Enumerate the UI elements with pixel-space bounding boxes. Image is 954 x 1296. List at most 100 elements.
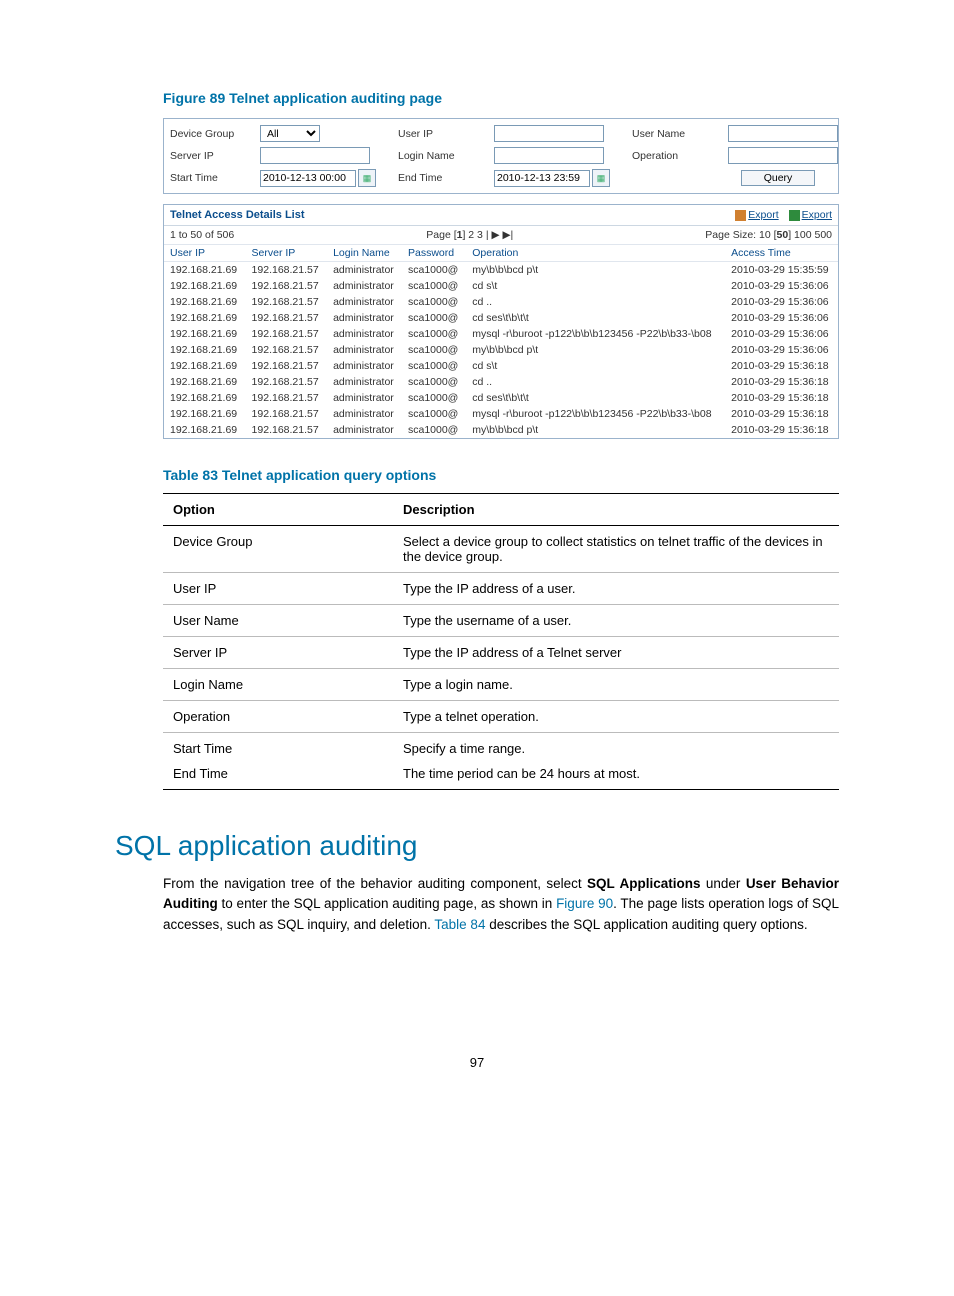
user-ip-label: User IP xyxy=(398,128,486,140)
cell-user_ip: 192.168.21.69 xyxy=(164,342,246,358)
cell-operation: cd ses\t\b\t\t xyxy=(466,310,725,326)
server-ip-input[interactable] xyxy=(260,147,370,164)
pdf-icon xyxy=(735,210,746,221)
col-operation[interactable]: Operation xyxy=(466,245,725,262)
start-time-input[interactable] xyxy=(260,170,356,187)
table-row: 192.168.21.69192.168.21.57administrators… xyxy=(164,374,838,390)
cell-password: sca1000@ xyxy=(402,262,466,279)
cell-operation: cd .. xyxy=(466,294,725,310)
export-xls-link[interactable]: Export xyxy=(789,209,832,221)
cell-access_time: 2010-03-29 15:35:59 xyxy=(725,262,838,279)
cell-user_ip: 192.168.21.69 xyxy=(164,278,246,294)
cell-server_ip: 192.168.21.57 xyxy=(246,422,328,438)
device-group-select[interactable]: All xyxy=(260,125,320,142)
table-row: Device GroupSelect a device group to col… xyxy=(163,526,839,573)
cell-password: sca1000@ xyxy=(402,358,466,374)
export-pdf-link[interactable]: Export xyxy=(735,209,778,221)
cell-server_ip: 192.168.21.57 xyxy=(246,358,328,374)
pager[interactable]: Page [1] 2 3 | ▶ ▶| xyxy=(426,229,513,241)
table-row: 192.168.21.69192.168.21.57administrators… xyxy=(164,262,838,279)
table-row: Server IPType the IP address of a Telnet… xyxy=(163,637,839,669)
table-caption: Table 83 Telnet application query option… xyxy=(163,467,839,483)
cell-access_time: 2010-03-29 15:36:06 xyxy=(725,342,838,358)
record-range: 1 to 50 of 506 xyxy=(170,229,234,241)
options-table: Option Description Device GroupSelect a … xyxy=(163,493,839,790)
calendar-icon[interactable]: ▦ xyxy=(358,169,376,187)
cell-option: User Name xyxy=(163,605,393,637)
user-name-input[interactable] xyxy=(728,125,838,142)
login-name-input[interactable] xyxy=(494,147,604,164)
cell-operation: cd s\t xyxy=(466,278,725,294)
xls-icon xyxy=(789,210,800,221)
cell-server_ip: 192.168.21.57 xyxy=(246,326,328,342)
table-link[interactable]: Table 84 xyxy=(434,917,485,932)
table-row: Start TimeSpecify a time range. xyxy=(163,733,839,759)
col-description: Description xyxy=(393,494,839,526)
table-row: 192.168.21.69192.168.21.57administrators… xyxy=(164,310,838,326)
col-access-time[interactable]: Access Time xyxy=(725,245,838,262)
cell-user_ip: 192.168.21.69 xyxy=(164,358,246,374)
cell-server_ip: 192.168.21.57 xyxy=(246,406,328,422)
cell-access_time: 2010-03-29 15:36:06 xyxy=(725,294,838,310)
cell-access_time: 2010-03-29 15:36:18 xyxy=(725,358,838,374)
server-ip-label: Server IP xyxy=(170,150,252,162)
login-name-label: Login Name xyxy=(398,150,486,162)
col-option: Option xyxy=(163,494,393,526)
table-row: User IPType the IP address of a user. xyxy=(163,573,839,605)
cell-description: Select a device group to collect statist… xyxy=(393,526,839,573)
cell-access_time: 2010-03-29 15:36:18 xyxy=(725,406,838,422)
cell-access_time: 2010-03-29 15:36:18 xyxy=(725,422,838,438)
calendar-icon[interactable]: ▦ xyxy=(592,169,610,187)
cell-password: sca1000@ xyxy=(402,326,466,342)
cell-option: Device Group xyxy=(163,526,393,573)
cell-option: Start Time xyxy=(163,733,393,759)
cell-login_name: administrator xyxy=(327,390,402,406)
cell-operation: my\b\b\bcd p\t xyxy=(466,262,725,279)
cell-user_ip: 192.168.21.69 xyxy=(164,406,246,422)
page-size[interactable]: Page Size: 10 [50] 100 500 xyxy=(705,229,832,241)
user-ip-input[interactable] xyxy=(494,125,604,142)
col-user-ip[interactable]: User IP xyxy=(164,245,246,262)
col-password[interactable]: Password xyxy=(402,245,466,262)
cell-user_ip: 192.168.21.69 xyxy=(164,310,246,326)
cell-user_ip: 192.168.21.69 xyxy=(164,422,246,438)
cell-operation: mysql -r\buroot -p122\b\b\b123456 -P22\b… xyxy=(466,406,725,422)
cell-option: User IP xyxy=(163,573,393,605)
cell-server_ip: 192.168.21.57 xyxy=(246,278,328,294)
details-table: User IP Server IP Login Name Password Op… xyxy=(164,245,838,438)
cell-server_ip: 192.168.21.57 xyxy=(246,342,328,358)
table-row: User NameType the username of a user. xyxy=(163,605,839,637)
cell-description: Type a login name. xyxy=(393,669,839,701)
table-row: 192.168.21.69192.168.21.57administrators… xyxy=(164,342,838,358)
cell-user_ip: 192.168.21.69 xyxy=(164,326,246,342)
cell-login_name: administrator xyxy=(327,422,402,438)
user-name-label: User Name xyxy=(632,128,720,140)
col-login-name[interactable]: Login Name xyxy=(327,245,402,262)
cell-password: sca1000@ xyxy=(402,342,466,358)
table-row: 192.168.21.69192.168.21.57administrators… xyxy=(164,406,838,422)
end-time-input[interactable] xyxy=(494,170,590,187)
cell-password: sca1000@ xyxy=(402,294,466,310)
operation-input[interactable] xyxy=(728,147,838,164)
figure-link[interactable]: Figure 90 xyxy=(556,896,613,911)
cell-access_time: 2010-03-29 15:36:18 xyxy=(725,390,838,406)
table-row: 192.168.21.69192.168.21.57administrators… xyxy=(164,390,838,406)
cell-server_ip: 192.168.21.57 xyxy=(246,390,328,406)
cell-server_ip: 192.168.21.57 xyxy=(246,262,328,279)
cell-access_time: 2010-03-29 15:36:18 xyxy=(725,374,838,390)
query-button[interactable]: Query xyxy=(741,170,816,186)
cell-password: sca1000@ xyxy=(402,278,466,294)
table-row: 192.168.21.69192.168.21.57administrators… xyxy=(164,326,838,342)
cell-description: Type the IP address of a Telnet server xyxy=(393,637,839,669)
cell-user_ip: 192.168.21.69 xyxy=(164,294,246,310)
cell-user_ip: 192.168.21.69 xyxy=(164,374,246,390)
operation-label: Operation xyxy=(632,150,720,162)
cell-option: End Time xyxy=(163,758,393,790)
cell-server_ip: 192.168.21.57 xyxy=(246,294,328,310)
device-group-label: Device Group xyxy=(170,128,252,140)
end-time-label: End Time xyxy=(398,172,486,184)
cell-login_name: administrator xyxy=(327,262,402,279)
cell-login_name: administrator xyxy=(327,342,402,358)
col-server-ip[interactable]: Server IP xyxy=(246,245,328,262)
cell-login_name: administrator xyxy=(327,278,402,294)
